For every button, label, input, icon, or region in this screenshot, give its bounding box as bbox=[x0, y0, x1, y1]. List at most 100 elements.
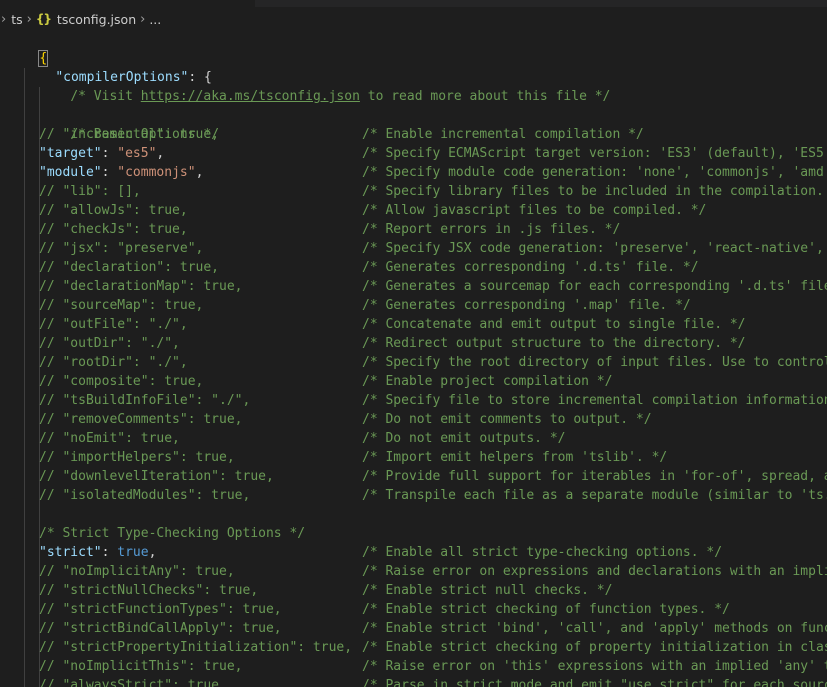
json-key: "strict" bbox=[39, 545, 102, 560]
code-line-strictFunctionTypes: // "strictFunctionTypes": true, bbox=[39, 600, 282, 619]
commented-option: // "noImplicitThis": true, bbox=[39, 659, 243, 674]
code-line-module-description: /* Specify module code generation: 'none… bbox=[362, 163, 827, 182]
option-description-comment: /* Enable strict null checks. */ bbox=[362, 583, 613, 598]
option-description-comment: /* Specify module code generation: 'none… bbox=[362, 165, 827, 180]
comment-text: to read more about this file */ bbox=[359, 89, 611, 104]
code-line-alwaysStrict: // "alwaysStrict": true, bbox=[39, 676, 227, 687]
code-line-downlevelIteration-description: /* Provide full support for iterables in… bbox=[362, 467, 827, 486]
option-description-comment: /* Enable strict 'bind', 'call', and 'ap… bbox=[362, 621, 827, 636]
code-line-outDir-description: /* Redirect output structure to the dire… bbox=[362, 334, 746, 353]
option-description-comment: /* Specify JSX code generation: 'preserv… bbox=[362, 241, 824, 256]
code-line-strict-description: /* Enable all strict type-checking optio… bbox=[362, 543, 722, 562]
code-line-removeComments: // "removeComments": true, bbox=[39, 410, 243, 429]
section-comment: /* Strict Type-Checking Options */ bbox=[39, 526, 306, 541]
option-description-comment: /* Enable all strict type-checking optio… bbox=[362, 545, 723, 560]
code-line-noImplicitThis: // "noImplicitThis": true, bbox=[39, 657, 243, 676]
code-line-lib-description: /* Specify library files to be included … bbox=[362, 182, 827, 201]
code-line-strictPropertyInitialization: // "strictPropertyInitialization": true, bbox=[39, 638, 352, 657]
code-line-basic-header: /* Basic Options */ bbox=[39, 106, 219, 142]
commented-option: // "jsx": "preserve", bbox=[39, 241, 204, 256]
commented-option: // "outFile": "./", bbox=[39, 317, 188, 332]
json-value: true bbox=[117, 545, 149, 560]
json-punctuation: , bbox=[156, 146, 165, 161]
json-punctuation: , bbox=[195, 165, 204, 180]
code-line-noImplicitThis-description: /* Raise error on 'this' expressions wit… bbox=[362, 657, 827, 676]
commented-option: // "noEmit": true, bbox=[39, 431, 180, 446]
code-line-tsBuildInfoFile: // "tsBuildInfoFile": "./", bbox=[39, 391, 250, 410]
code-line-strictFunctionTypes-description: /* Enable strict checking of function ty… bbox=[362, 600, 730, 619]
commented-option: // "removeComments": true, bbox=[39, 412, 243, 427]
option-description-comment: /* Raise error on expressions and declar… bbox=[362, 564, 827, 579]
commented-option: // "strictNullChecks": true, bbox=[39, 583, 259, 598]
code-line-noEmit-description: /* Do not emit outputs. */ bbox=[362, 429, 566, 448]
option-description-comment: /* Import emit helpers from 'tslib'. */ bbox=[362, 450, 668, 465]
option-description-comment: /* Generates corresponding '.map' file. … bbox=[362, 298, 691, 313]
code-line-target-description: /* Specify ECMAScript target version: 'E… bbox=[362, 144, 827, 163]
commented-option: // "tsBuildInfoFile": "./", bbox=[39, 393, 251, 408]
commented-option: // "rootDir": "./", bbox=[39, 355, 188, 370]
option-description-comment: /* Specify ECMAScript target version: 'E… bbox=[362, 146, 827, 161]
commented-option: // "downlevelIteration": true, bbox=[39, 469, 274, 484]
option-description-comment: /* Generates corresponding '.d.ts' file.… bbox=[362, 260, 699, 275]
option-description-comment: /* Allow javascript files to be compiled… bbox=[362, 203, 707, 218]
code-line-declaration-description: /* Generates corresponding '.d.ts' file.… bbox=[362, 258, 699, 277]
code-line-noImplicitAny: // "noImplicitAny": true, bbox=[39, 562, 235, 581]
breadcrumb-more[interactable]: ... bbox=[149, 12, 161, 27]
commented-option: // "importHelpers": true, bbox=[39, 450, 235, 465]
code-line-target: "target": "es5", bbox=[39, 144, 164, 163]
code-line-allowJs: // "allowJs": true, bbox=[39, 201, 188, 220]
commented-option: // "isolatedModules": true, bbox=[39, 488, 251, 503]
option-description-comment: /* Enable strict checking of function ty… bbox=[362, 602, 730, 617]
code-line-declarationMap: // "declarationMap": true, bbox=[39, 277, 243, 296]
commented-option: // "strictBindCallApply": true, bbox=[39, 621, 282, 636]
code-line-outFile: // "outFile": "./", bbox=[39, 315, 188, 334]
json-punctuation: : bbox=[101, 165, 118, 180]
indent-guide bbox=[24, 68, 25, 687]
code-line-allowJs-description: /* Allow javascript files to be compiled… bbox=[362, 201, 706, 220]
option-description-comment: /* Do not emit outputs. */ bbox=[362, 431, 566, 446]
code-line-rootDir: // "rootDir": "./", bbox=[39, 353, 188, 372]
commented-option: // "declarationMap": true, bbox=[39, 279, 243, 294]
code-line-outFile-description: /* Concatenate and emit output to single… bbox=[362, 315, 746, 334]
json-value: "es5" bbox=[117, 146, 157, 161]
chevron-right-icon: › bbox=[1, 11, 7, 27]
commented-option: // "strictPropertyInitialization": true, bbox=[39, 640, 353, 655]
option-description-comment: /* Specify the root directory of input f… bbox=[362, 355, 827, 370]
code-line-noImplicitAny-description: /* Raise error on expressions and declar… bbox=[362, 562, 827, 581]
json-key: "target" bbox=[39, 146, 102, 161]
code-line-removeComments-description: /* Do not emit comments to output. */ bbox=[362, 410, 652, 429]
code-line-incremental-description: /* Enable incremental compilation */ bbox=[362, 125, 644, 144]
json-value: "commonjs" bbox=[117, 165, 196, 180]
tsconfig-docs-link[interactable]: https://aka.ms/tsconfig.json bbox=[141, 89, 360, 104]
code-line-strict: "strict": true, bbox=[39, 543, 156, 562]
breadcrumb: › ts › {} tsconfig.json › ... bbox=[0, 8, 827, 30]
commented-option: // "strictFunctionTypes": true, bbox=[39, 602, 282, 617]
option-description-comment: /* Report errors in .js files. */ bbox=[362, 222, 621, 237]
code-line-strict-header: /* Strict Type-Checking Options */ bbox=[39, 524, 305, 543]
option-description-comment: /* Enable strict checking of property in… bbox=[362, 640, 827, 655]
code-line-isolatedModules: // "isolatedModules": true, bbox=[39, 486, 250, 505]
code-line-incremental: // "incremental": true, bbox=[39, 125, 219, 144]
code-editor[interactable]: { "compilerOptions": { /* Visit https://… bbox=[0, 30, 827, 687]
json-key: "module" bbox=[39, 165, 102, 180]
commented-option: // "declaration": true, bbox=[39, 260, 220, 275]
code-line-jsx-description: /* Specify JSX code generation: 'preserv… bbox=[362, 239, 827, 258]
option-description-comment: /* Provide full support for iterables in… bbox=[362, 469, 827, 484]
code-line-strictBindCallApply: // "strictBindCallApply": true, bbox=[39, 619, 282, 638]
code-line-declarationMap-description: /* Generates a sourcemap for each corres… bbox=[362, 277, 827, 296]
option-description-comment: /* Generates a sourcemap for each corres… bbox=[362, 279, 827, 294]
code-line-sourceMap: // "sourceMap": true, bbox=[39, 296, 203, 315]
option-description-comment: /* Specify file to store incremental com… bbox=[362, 393, 827, 408]
code-line-declaration: // "declaration": true, bbox=[39, 258, 219, 277]
code-line-strictPropertyInitialization-description: /* Enable strict checking of property in… bbox=[362, 638, 827, 657]
code-line-checkJs-description: /* Report errors in .js files. */ bbox=[362, 220, 620, 239]
breadcrumb-folder[interactable]: ts bbox=[11, 12, 22, 27]
code-line-rootDir-description: /* Specify the root directory of input f… bbox=[362, 353, 827, 372]
commented-option: // "checkJs": true, bbox=[39, 222, 188, 237]
breadcrumb-file[interactable]: tsconfig.json bbox=[57, 12, 136, 27]
json-file-icon: {} bbox=[35, 12, 52, 26]
json-punctuation: : bbox=[101, 545, 118, 560]
code-line-downlevelIteration: // "downlevelIteration": true, bbox=[39, 467, 274, 486]
option-description-comment: /* Enable incremental compilation */ bbox=[362, 127, 644, 142]
tab-bar-background bbox=[255, 0, 827, 7]
